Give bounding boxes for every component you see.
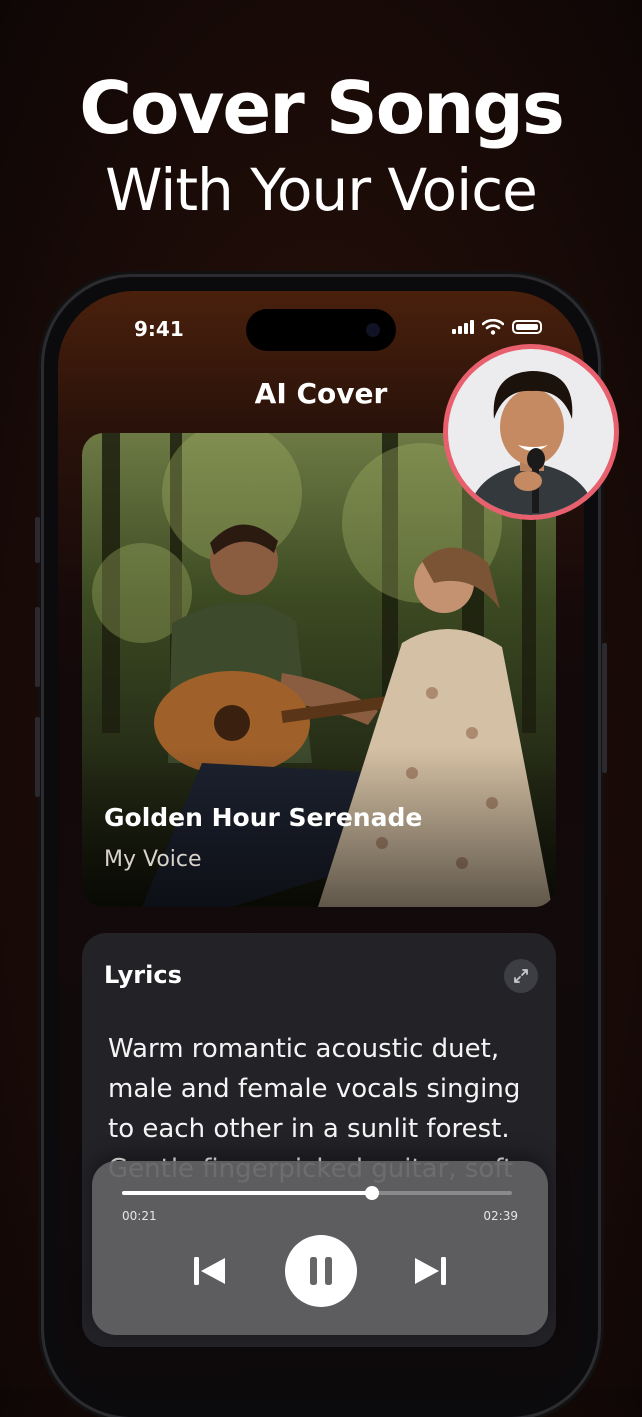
- progress-slider[interactable]: [122, 1186, 512, 1200]
- lyrics-heading: Lyrics: [104, 961, 182, 989]
- next-icon[interactable]: [412, 1255, 448, 1287]
- voice-avatar: [443, 344, 619, 520]
- current-time: 00:21: [122, 1209, 157, 1223]
- status-icons: [452, 319, 542, 335]
- progress-thumb[interactable]: [364, 1186, 379, 1200]
- wifi-icon: [482, 319, 504, 335]
- avatar-photo: [448, 349, 614, 515]
- volume-down-button: [35, 717, 40, 797]
- headline-title: Cover Songs: [79, 66, 565, 150]
- previous-icon[interactable]: [192, 1255, 228, 1287]
- pause-button[interactable]: [285, 1235, 357, 1307]
- pause-icon: [310, 1257, 332, 1285]
- song-title: Golden Hour Serenade: [104, 803, 423, 832]
- action-button: [35, 517, 40, 563]
- camera-dot: [366, 323, 380, 337]
- mini-player: 00:21 02:39: [92, 1161, 548, 1335]
- battery-icon: [512, 320, 542, 334]
- power-button: [602, 643, 607, 773]
- dynamic-island: [246, 309, 396, 351]
- volume-up-button: [35, 607, 40, 687]
- expand-lyrics-button[interactable]: [504, 959, 538, 993]
- signal-icon: [452, 320, 474, 334]
- total-time: 02:39: [483, 1209, 518, 1223]
- headline-subtitle: With Your Voice: [105, 156, 538, 224]
- status-time: 9:41: [134, 317, 184, 341]
- song-artist: My Voice: [104, 847, 202, 872]
- progress-fill: [122, 1191, 372, 1195]
- expand-icon: [514, 969, 528, 983]
